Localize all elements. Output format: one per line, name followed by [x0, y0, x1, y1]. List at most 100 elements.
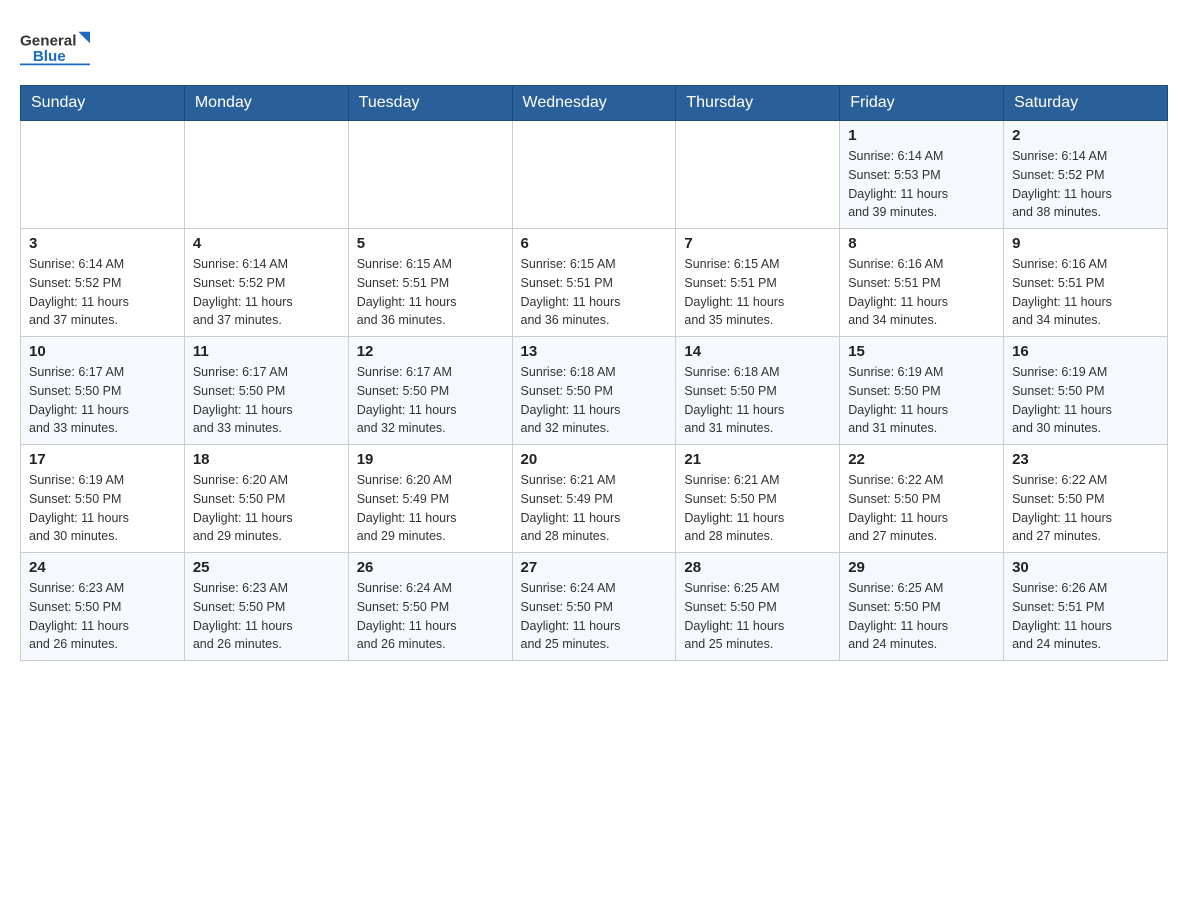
calendar-cell: 21 Sunrise: 6:21 AM Sunset: 5:50 PM Dayli…	[676, 445, 840, 553]
svg-text:General: General	[20, 33, 76, 50]
calendar-cell: 17Sunrise: 6:19 AM Sunset: 5:50 PM Dayli…	[21, 445, 185, 553]
calendar-cell: 4 Sunrise: 6:14 AM Sunset: 5:52 PM Daylig…	[184, 229, 348, 337]
day-info: Sunrise: 6:20 AM Sunset: 5:49 PM Dayligh…	[357, 471, 504, 546]
day-info: Sunrise: 6:18 AM Sunset: 5:50 PM Dayligh…	[684, 363, 831, 438]
calendar-header-wednesday: Wednesday	[512, 86, 676, 121]
day-number: 29	[848, 559, 995, 576]
day-number: 22	[848, 451, 995, 468]
day-number: 7	[684, 235, 831, 252]
day-number: 25	[193, 559, 340, 576]
calendar-week-2: 3Sunrise: 6:14 AM Sunset: 5:52 PM Daylig…	[21, 229, 1168, 337]
calendar-cell: 26 Sunrise: 6:24 AM Sunset: 5:50 PM Dayli…	[348, 553, 512, 661]
day-number: 1	[848, 127, 995, 144]
day-number: 8	[848, 235, 995, 252]
calendar-cell	[21, 121, 185, 229]
day-number: 5	[357, 235, 504, 252]
day-info: Sunrise: 6:21 AM Sunset: 5:50 PM Dayligh…	[684, 471, 831, 546]
day-info: Sunrise: 6:23 AM Sunset: 5:50 PM Dayligh…	[193, 579, 340, 654]
calendar-cell: 28 Sunrise: 6:25 AM Sunset: 5:50 PM Dayli…	[676, 553, 840, 661]
day-number: 11	[193, 343, 340, 360]
day-info: Sunrise: 6:14 AM Sunset: 5:52 PM Dayligh…	[29, 255, 176, 330]
calendar-cell: 11 Sunrise: 6:17 AM Sunset: 5:50 PM Dayli…	[184, 337, 348, 445]
day-number: 2	[1012, 127, 1159, 144]
day-number: 6	[521, 235, 668, 252]
calendar-cell: 19 Sunrise: 6:20 AM Sunset: 5:49 PM Dayli…	[348, 445, 512, 553]
day-info: Sunrise: 6:15 AM Sunset: 5:51 PM Dayligh…	[521, 255, 668, 330]
calendar-header-monday: Monday	[184, 86, 348, 121]
day-number: 18	[193, 451, 340, 468]
day-info: Sunrise: 6:26 AM Sunset: 5:51 PM Dayligh…	[1012, 579, 1159, 654]
calendar-cell: 13 Sunrise: 6:18 AM Sunset: 5:50 PM Dayli…	[512, 337, 676, 445]
day-info: Sunrise: 6:24 AM Sunset: 5:50 PM Dayligh…	[521, 579, 668, 654]
calendar-cell: 23Sunrise: 6:22 AM Sunset: 5:50 PM Dayli…	[1004, 445, 1168, 553]
calendar-cell: 15Sunrise: 6:19 AM Sunset: 5:50 PM Dayli…	[840, 337, 1004, 445]
day-number: 26	[357, 559, 504, 576]
day-info: Sunrise: 6:14 AM Sunset: 5:52 PM Dayligh…	[1012, 147, 1159, 222]
day-number: 21	[684, 451, 831, 468]
day-number: 19	[357, 451, 504, 468]
day-info: Sunrise: 6:24 AM Sunset: 5:50 PM Dayligh…	[357, 579, 504, 654]
calendar-week-4: 17Sunrise: 6:19 AM Sunset: 5:50 PM Dayli…	[21, 445, 1168, 553]
calendar-cell: 2 Sunrise: 6:14 AM Sunset: 5:52 PM Daylig…	[1004, 121, 1168, 229]
day-number: 4	[193, 235, 340, 252]
calendar-cell: 25 Sunrise: 6:23 AM Sunset: 5:50 PM Dayli…	[184, 553, 348, 661]
calendar-header-friday: Friday	[840, 86, 1004, 121]
day-number: 13	[521, 343, 668, 360]
day-number: 9	[1012, 235, 1159, 252]
calendar-cell	[512, 121, 676, 229]
calendar-week-1: 1 Sunrise: 6:14 AM Sunset: 5:53 PM Daylig…	[21, 121, 1168, 229]
calendar-header-sunday: Sunday	[21, 86, 185, 121]
day-info: Sunrise: 6:17 AM Sunset: 5:50 PM Dayligh…	[193, 363, 340, 438]
day-info: Sunrise: 6:19 AM Sunset: 5:50 PM Dayligh…	[848, 363, 995, 438]
day-number: 27	[521, 559, 668, 576]
day-number: 10	[29, 343, 176, 360]
calendar-cell: 6 Sunrise: 6:15 AM Sunset: 5:51 PM Daylig…	[512, 229, 676, 337]
calendar-header-thursday: Thursday	[676, 86, 840, 121]
day-info: Sunrise: 6:22 AM Sunset: 5:50 PM Dayligh…	[848, 471, 995, 546]
calendar-cell	[676, 121, 840, 229]
day-info: Sunrise: 6:18 AM Sunset: 5:50 PM Dayligh…	[521, 363, 668, 438]
calendar-cell: 1 Sunrise: 6:14 AM Sunset: 5:53 PM Daylig…	[840, 121, 1004, 229]
day-info: Sunrise: 6:15 AM Sunset: 5:51 PM Dayligh…	[684, 255, 831, 330]
day-info: Sunrise: 6:16 AM Sunset: 5:51 PM Dayligh…	[1012, 255, 1159, 330]
day-info: Sunrise: 6:15 AM Sunset: 5:51 PM Dayligh…	[357, 255, 504, 330]
day-info: Sunrise: 6:17 AM Sunset: 5:50 PM Dayligh…	[29, 363, 176, 438]
day-info: Sunrise: 6:23 AM Sunset: 5:50 PM Dayligh…	[29, 579, 176, 654]
logo-icon: General Blue	[20, 20, 90, 75]
calendar-cell: 9 Sunrise: 6:16 AM Sunset: 5:51 PM Daylig…	[1004, 229, 1168, 337]
day-info: Sunrise: 6:17 AM Sunset: 5:50 PM Dayligh…	[357, 363, 504, 438]
day-info: Sunrise: 6:16 AM Sunset: 5:51 PM Dayligh…	[848, 255, 995, 330]
day-number: 28	[684, 559, 831, 576]
calendar-header-tuesday: Tuesday	[348, 86, 512, 121]
calendar-cell: 14 Sunrise: 6:18 AM Sunset: 5:50 PM Dayli…	[676, 337, 840, 445]
calendar-week-3: 10 Sunrise: 6:17 AM Sunset: 5:50 PM Dayli…	[21, 337, 1168, 445]
calendar-cell: 5 Sunrise: 6:15 AM Sunset: 5:51 PM Daylig…	[348, 229, 512, 337]
day-info: Sunrise: 6:25 AM Sunset: 5:50 PM Dayligh…	[848, 579, 995, 654]
day-info: Sunrise: 6:25 AM Sunset: 5:50 PM Dayligh…	[684, 579, 831, 654]
day-number: 14	[684, 343, 831, 360]
day-number: 23	[1012, 451, 1159, 468]
calendar-cell: 30Sunrise: 6:26 AM Sunset: 5:51 PM Dayli…	[1004, 553, 1168, 661]
calendar-cell: 27 Sunrise: 6:24 AM Sunset: 5:50 PM Dayli…	[512, 553, 676, 661]
calendar-cell: 18Sunrise: 6:20 AM Sunset: 5:50 PM Dayli…	[184, 445, 348, 553]
day-info: Sunrise: 6:14 AM Sunset: 5:53 PM Dayligh…	[848, 147, 995, 222]
day-number: 24	[29, 559, 176, 576]
calendar-table: SundayMondayTuesdayWednesdayThursdayFrid…	[20, 85, 1168, 661]
logo-area: General Blue	[20, 20, 90, 75]
day-number: 16	[1012, 343, 1159, 360]
calendar-cell: 3Sunrise: 6:14 AM Sunset: 5:52 PM Daylig…	[21, 229, 185, 337]
calendar-cell: 20Sunrise: 6:21 AM Sunset: 5:49 PM Dayli…	[512, 445, 676, 553]
day-info: Sunrise: 6:19 AM Sunset: 5:50 PM Dayligh…	[29, 471, 176, 546]
svg-text:Blue: Blue	[33, 48, 66, 65]
day-info: Sunrise: 6:14 AM Sunset: 5:52 PM Dayligh…	[193, 255, 340, 330]
calendar-cell: 12Sunrise: 6:17 AM Sunset: 5:50 PM Dayli…	[348, 337, 512, 445]
calendar-cell: 16 Sunrise: 6:19 AM Sunset: 5:50 PM Dayli…	[1004, 337, 1168, 445]
calendar-cell	[348, 121, 512, 229]
calendar-cell: 8 Sunrise: 6:16 AM Sunset: 5:51 PM Daylig…	[840, 229, 1004, 337]
day-info: Sunrise: 6:19 AM Sunset: 5:50 PM Dayligh…	[1012, 363, 1159, 438]
calendar-cell	[184, 121, 348, 229]
calendar-header-saturday: Saturday	[1004, 86, 1168, 121]
calendar-cell: 7 Sunrise: 6:15 AM Sunset: 5:51 PM Daylig…	[676, 229, 840, 337]
calendar-cell: 10 Sunrise: 6:17 AM Sunset: 5:50 PM Dayli…	[21, 337, 185, 445]
day-number: 20	[521, 451, 668, 468]
